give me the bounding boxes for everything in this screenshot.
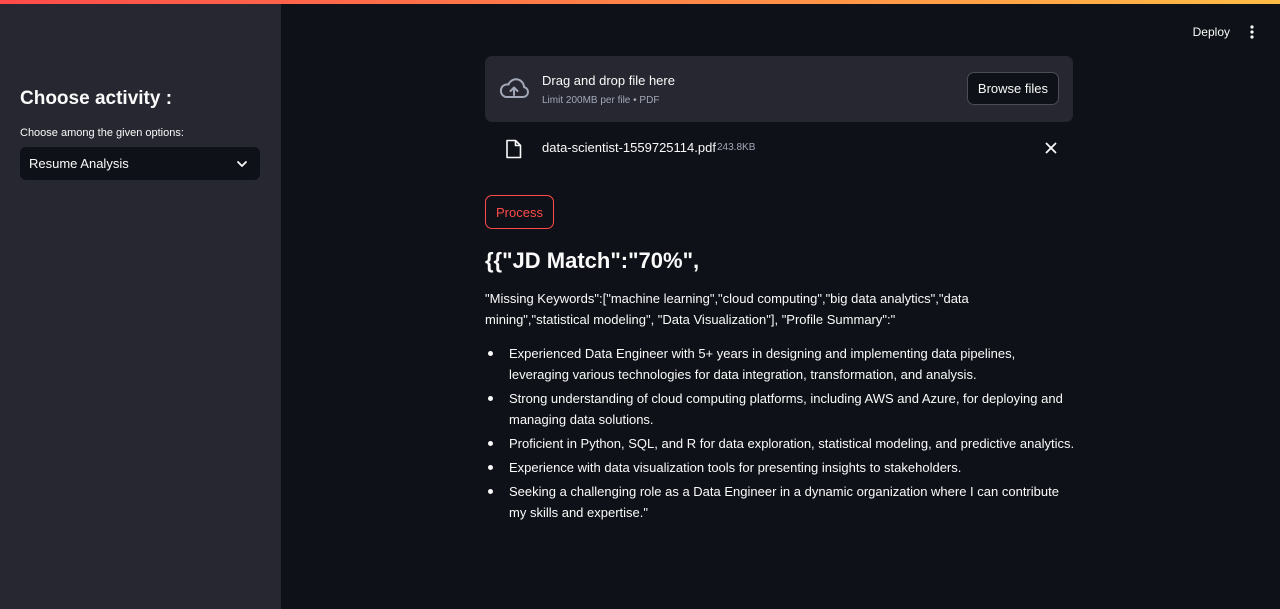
close-icon[interactable] <box>1045 142 1057 154</box>
kebab-menu-icon[interactable] <box>1244 24 1260 40</box>
sidebar: Choose activity : Choose among the given… <box>0 4 281 609</box>
list-item: Strong understanding of cloud computing … <box>485 388 1075 430</box>
jd-match-heading: {{"JD Match":"70%", <box>485 248 700 273</box>
list-item: Experience with data visualization tools… <box>485 457 1075 478</box>
activity-select[interactable]: Resume Analysis <box>20 147 260 180</box>
list-item: Seeking a challenging role as a Data Eng… <box>485 481 1075 523</box>
sidebar-heading: Choose activity : <box>20 88 173 109</box>
uploaded-file-row: data-scientist-1559725114.pdf 243.8KB <box>485 134 1073 162</box>
file-uploader-dropzone[interactable]: Drag and drop file here Limit 200MB per … <box>485 56 1073 122</box>
dropzone-limit: Limit 200MB per file • PDF <box>542 95 660 106</box>
select-label: Choose among the given options: <box>20 127 184 139</box>
list-item: Experienced Data Engineer with 5+ years … <box>485 343 1075 385</box>
activity-select-value: Resume Analysis <box>29 156 129 171</box>
profile-summary-list: Experienced Data Engineer with 5+ years … <box>485 343 1075 523</box>
missing-keywords-text: "Missing Keywords":["machine learning","… <box>485 291 969 327</box>
chevron-down-icon <box>237 160 247 167</box>
cloud-upload-icon <box>499 78 529 98</box>
list-item: Proficient in Python, SQL, and R for dat… <box>485 433 1075 454</box>
dropzone-title: Drag and drop file here <box>542 73 675 88</box>
file-size: 243.8KB <box>717 142 756 153</box>
analysis-result: {{"JD Match":"70%", "Missing Keywords":[… <box>485 248 1075 526</box>
browse-files-button[interactable]: Browse files <box>966 72 1059 105</box>
file-name: data-scientist-1559725114.pdf <box>542 140 716 155</box>
file-icon <box>506 139 522 159</box>
header-actions: Deploy <box>1193 24 1260 40</box>
process-button[interactable]: Process <box>485 195 554 229</box>
deploy-button[interactable]: Deploy <box>1193 25 1230 39</box>
